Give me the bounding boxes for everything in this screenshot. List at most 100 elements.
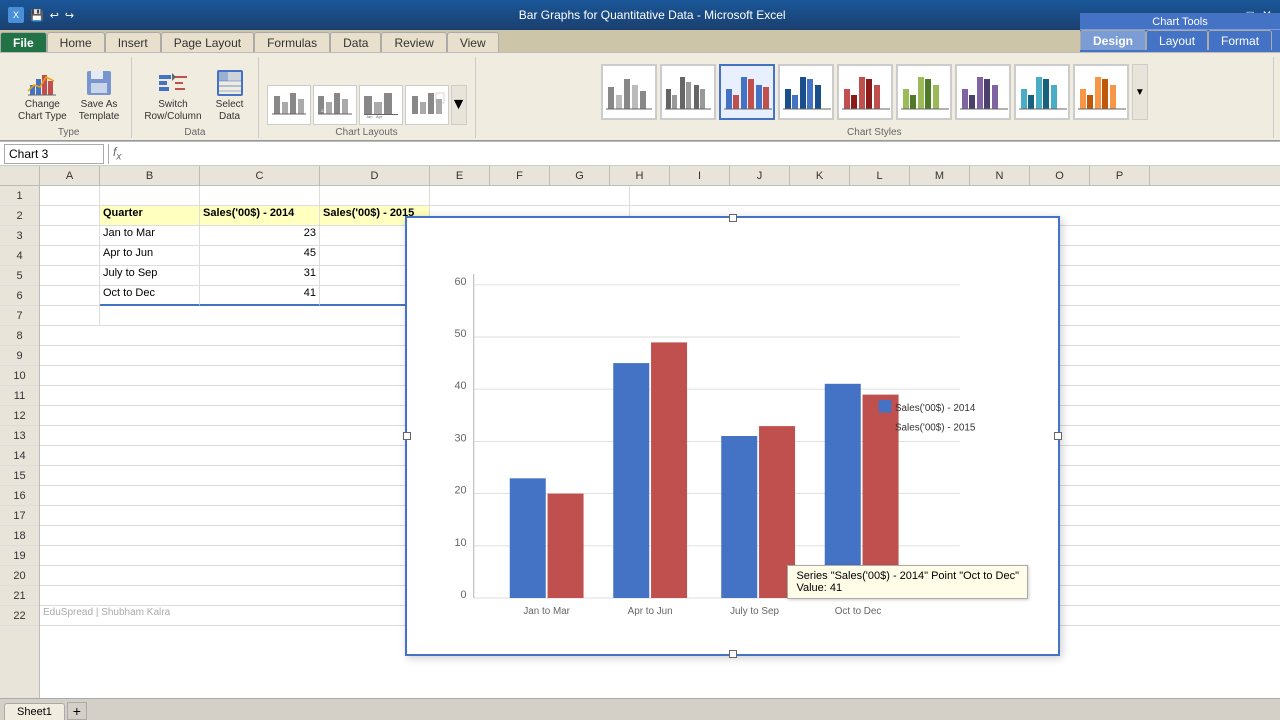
chart-style-4[interactable] [778,64,834,120]
cell-A1[interactable] [40,186,100,206]
col-E[interactable]: E [430,166,490,185]
cell-C3[interactable]: 23 [200,226,320,246]
select-data-btn[interactable]: SelectData [210,65,250,125]
cell-B6[interactable]: Oct to Dec [100,286,200,306]
layout-2[interactable]: 23 [313,85,357,125]
cell-B3[interactable]: Jan to Mar [100,226,200,246]
cell-A4[interactable] [40,246,100,266]
row-7[interactable]: 7 [0,306,39,326]
chart-style-8[interactable] [1014,64,1070,120]
row-4[interactable]: 4 [0,246,39,266]
layout-1[interactable] [267,85,311,125]
cell-E1[interactable] [430,186,630,206]
row-19[interactable]: 19 [0,546,39,566]
chart-style-9[interactable] [1073,64,1129,120]
col-G[interactable]: G [550,166,610,185]
chart-resize-bottom[interactable] [729,650,737,658]
row-10[interactable]: 10 [0,366,39,386]
switch-row-column-btn[interactable]: SwitchRow/Column [140,65,205,125]
row-16[interactable]: 16 [0,486,39,506]
row-11[interactable]: 11 [0,386,39,406]
cell-D1[interactable] [320,186,430,206]
chart-resize-left[interactable] [403,432,411,440]
cell-B1[interactable] [100,186,200,206]
cell-C2[interactable]: Sales('00$) - 2014 [200,206,320,226]
row-13[interactable]: 13 [0,426,39,446]
row-8[interactable]: 8 [0,326,39,346]
cell-C5[interactable]: 31 [200,266,320,286]
tab-design[interactable]: Design [1080,30,1146,50]
layout-4[interactable] [405,85,449,125]
chart-styles-scroll-down[interactable]: ▼ [1132,64,1148,120]
save-as-template-btn[interactable]: Save AsTemplate [75,65,124,125]
tab-layout[interactable]: Layout [1146,30,1208,50]
row-14[interactable]: 14 [0,446,39,466]
row-6[interactable]: 6 [0,286,39,306]
row-18[interactable]: 18 [0,526,39,546]
row-1[interactable]: 1 [0,186,39,206]
cell-B4[interactable]: Apr to Jun [100,246,200,266]
tab-formulas[interactable]: Formulas [254,32,330,52]
chart-style-1[interactable] [601,64,657,120]
cell-A5[interactable] [40,266,100,286]
cell-B5[interactable]: July to Sep [100,266,200,286]
cell-A6[interactable] [40,286,100,306]
col-J[interactable]: J [730,166,790,185]
change-chart-type-btn[interactable]: ChangeChart Type [14,65,71,125]
tab-insert[interactable]: Insert [105,32,161,52]
col-L[interactable]: L [850,166,910,185]
cell-C6[interactable]: 41 [200,286,320,306]
col-I[interactable]: I [670,166,730,185]
tab-format[interactable]: Format [1208,30,1272,50]
cell-A3[interactable] [40,226,100,246]
quick-access-undo[interactable]: ↩ [50,9,59,22]
row-22[interactable]: 22 [0,606,39,626]
chart-style-6[interactable] [896,64,952,120]
row-9[interactable]: 9 [0,346,39,366]
col-K[interactable]: K [790,166,850,185]
quick-access-save[interactable]: 💾 [30,9,44,22]
insert-sheet-btn[interactable]: + [67,702,87,720]
sheet-tab-1[interactable]: Sheet1 [4,703,65,720]
chart-style-5[interactable] [837,64,893,120]
chart-style-3[interactable] [719,64,775,120]
row-2[interactable]: 2 [0,206,39,226]
tab-review[interactable]: Review [381,32,446,52]
col-C[interactable]: C [200,166,320,185]
row-20[interactable]: 20 [0,566,39,586]
chart-area[interactable]: 0 10 20 30 40 50 60 [405,216,1060,656]
quick-access-redo[interactable]: ↪ [65,9,74,22]
row-5[interactable]: 5 [0,266,39,286]
row-17[interactable]: 17 [0,506,39,526]
name-box[interactable] [4,144,104,164]
chart-resize-right[interactable] [1054,432,1062,440]
formula-input[interactable] [125,147,1276,161]
cell-A7[interactable] [40,306,100,326]
col-O[interactable]: O [1030,166,1090,185]
chart-resize-top[interactable] [729,214,737,222]
col-A[interactable]: A [40,166,100,185]
cell-A2[interactable] [40,206,100,226]
col-B[interactable]: B [100,166,200,185]
chart-style-7[interactable] [955,64,1011,120]
layout-3[interactable]: Jan Apr [359,85,403,125]
layout-dropdown[interactable]: ▼ [451,85,467,125]
tab-file[interactable]: File [0,32,47,52]
row-3[interactable]: 3 [0,226,39,246]
row-12[interactable]: 12 [0,406,39,426]
col-M[interactable]: M [910,166,970,185]
chart-style-2[interactable] [660,64,716,120]
row-21[interactable]: 21 [0,586,39,606]
col-P[interactable]: P [1090,166,1150,185]
cell-C1[interactable] [200,186,320,206]
col-H[interactable]: H [610,166,670,185]
tab-view[interactable]: View [447,32,499,52]
tab-data[interactable]: Data [330,32,381,52]
col-N[interactable]: N [970,166,1030,185]
col-D[interactable]: D [320,166,430,185]
tab-home[interactable]: Home [47,32,105,52]
cell-B2[interactable]: Quarter [100,206,200,226]
cell-C4[interactable]: 45 [200,246,320,266]
col-F[interactable]: F [490,166,550,185]
row-15[interactable]: 15 [0,466,39,486]
